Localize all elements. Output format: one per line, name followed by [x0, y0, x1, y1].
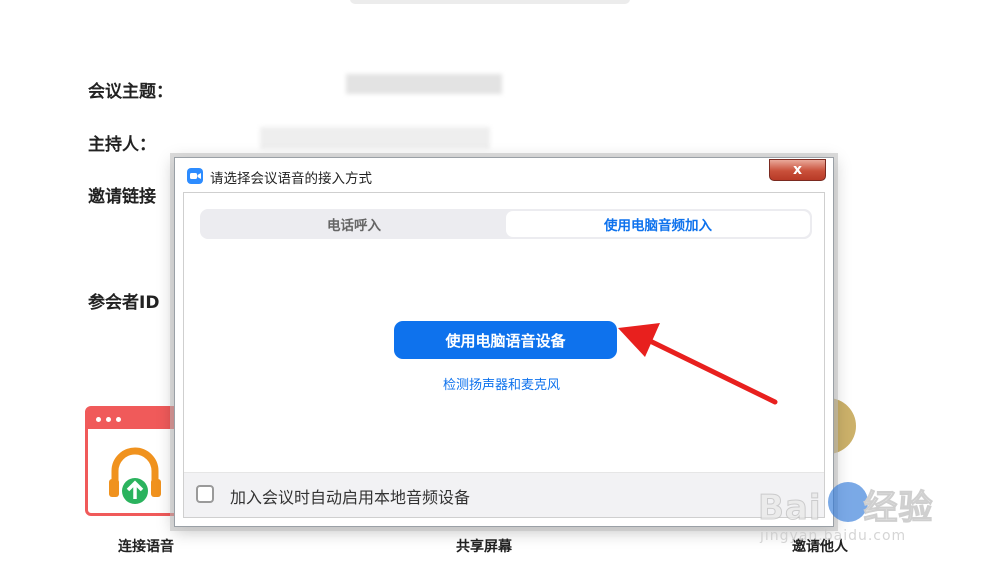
audio-join-dialog: 请选择会议语音的接入方式 x 电话呼入 使用电脑音频加入 使用电脑语音设备 检测…: [174, 157, 834, 527]
zoom-app-icon: [187, 168, 203, 184]
host-label: 主持人：: [88, 135, 156, 155]
audio-method-tabs: 电话呼入 使用电脑音频加入: [200, 209, 812, 239]
close-button[interactable]: x: [769, 159, 826, 181]
tab-computer-audio[interactable]: 使用电脑音频加入: [506, 211, 810, 237]
share-screen-label: 共享屏幕: [456, 539, 512, 555]
watermark-url: jingyan.baidu.com: [760, 528, 907, 544]
tab-phone-call[interactable]: 电话呼入: [202, 211, 506, 237]
test-speaker-mic-link[interactable]: 检测扬声器和麦克风: [179, 374, 824, 393]
baidu-jingyan-watermark: Bai 经验 jingyan.baidu.com: [758, 470, 958, 560]
host-value-blurred: [260, 127, 490, 149]
dialog-title: 请选择会议语音的接入方式: [210, 171, 372, 187]
use-computer-audio-button[interactable]: 使用电脑语音设备: [394, 321, 617, 359]
join-audio-icon[interactable]: [85, 406, 185, 516]
auto-join-audio-checkbox[interactable]: [196, 485, 214, 503]
watermark-main-text: Bai 经验: [758, 488, 934, 529]
blurred-header: [350, 0, 630, 4]
close-icon: x: [792, 162, 803, 178]
invite-link-label: 邀请链接: [88, 187, 156, 207]
meeting-topic-value-blurred: [346, 74, 502, 94]
dialog-titlebar: 请选择会议语音的接入方式 x: [175, 158, 833, 192]
headphones-icon: [109, 447, 161, 504]
auto-join-audio-label[interactable]: 加入会议时自动启用本地音频设备: [230, 484, 470, 508]
dialog-content: 电话呼入 使用电脑音频加入 使用电脑语音设备 检测扬声器和麦克风 加入会议时自动…: [183, 192, 825, 518]
join-audio-label: 连接语音: [118, 539, 174, 555]
participant-id-label: 参会者ID: [88, 293, 160, 313]
meeting-topic-label: 会议主题：: [88, 82, 173, 102]
dialog-footer: 加入会议时自动启用本地音频设备: [184, 472, 824, 517]
